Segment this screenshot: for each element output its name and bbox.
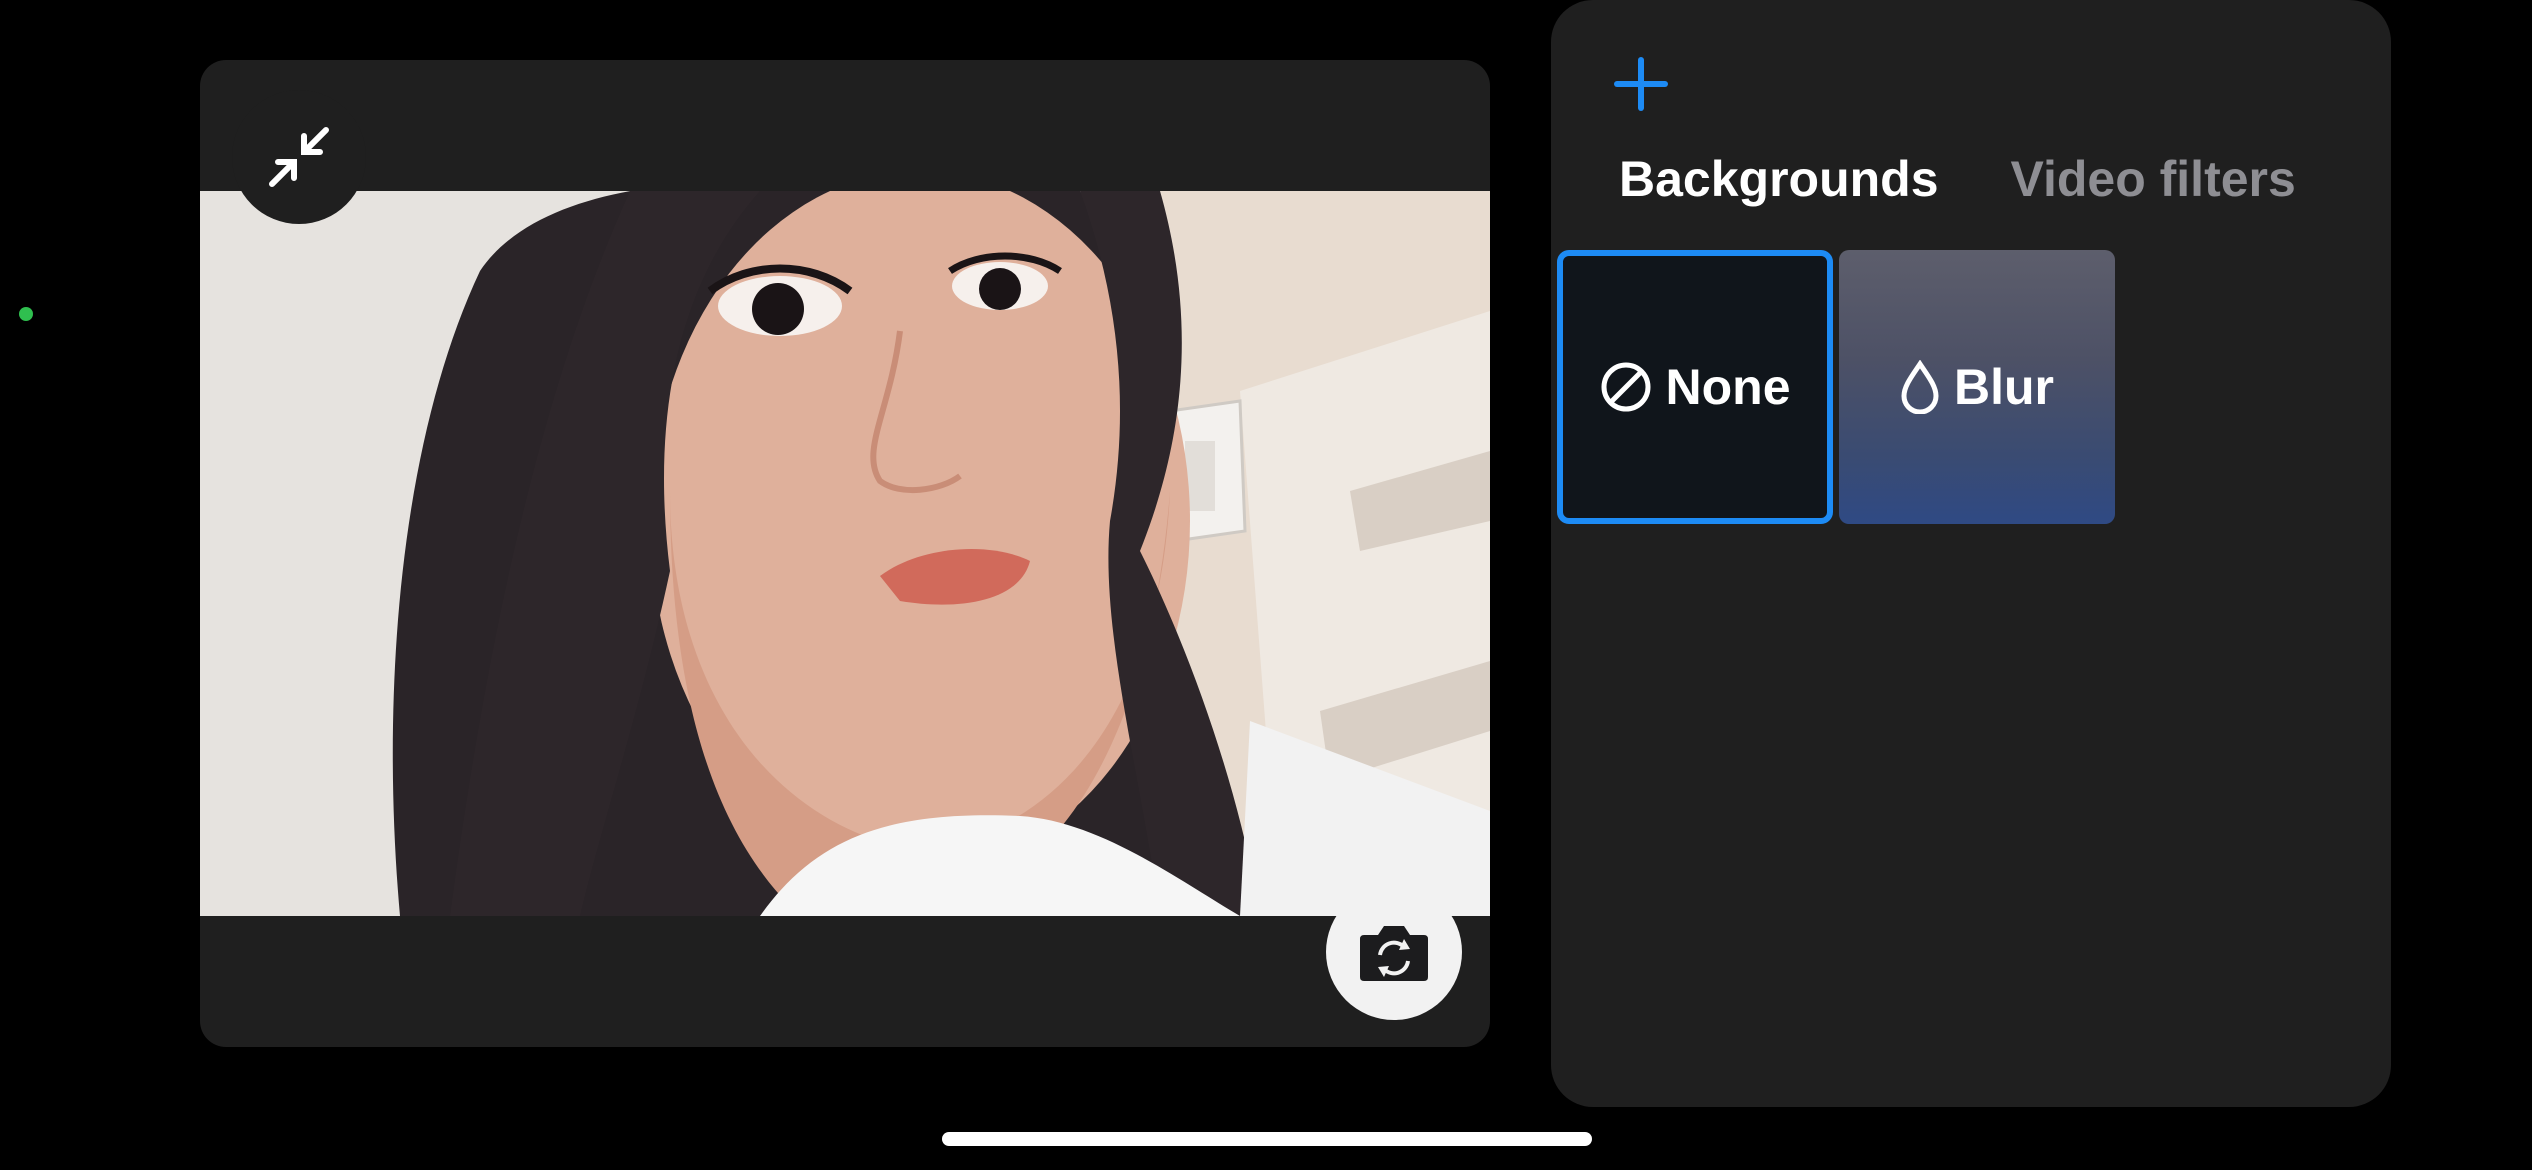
background-option-none[interactable]: None [1557,250,1833,524]
video-preview [200,60,1490,1047]
screen: Backgrounds Video filters None Blur [0,0,2532,1170]
flip-camera-button[interactable] [1326,884,1462,1020]
camera-feed [200,191,1490,916]
background-option-blur[interactable]: Blur [1839,250,2115,524]
effects-tabs: Backgrounds Video filters [1619,150,2296,208]
plus-icon [1614,57,1668,111]
effects-panel: Backgrounds Video filters None Blur [1551,0,2391,1107]
home-indicator[interactable] [942,1132,1592,1146]
prohibited-icon [1601,362,1650,412]
background-option-label: None [1665,359,1791,415]
camera-flip-icon [1360,926,1428,981]
status-dot [19,307,33,321]
tab-backgrounds[interactable]: Backgrounds [1619,150,1939,208]
collapse-button[interactable] [232,90,366,224]
collapse-arrows-icon [269,127,329,187]
tab-video-filters[interactable]: Video filters [2011,150,2296,208]
camera-feed-image [200,191,1490,916]
background-options: None Blur [1557,250,2115,524]
background-option-label: Blur [1954,359,2054,415]
add-button[interactable] [1609,52,1673,116]
droplet-icon [1901,360,1939,414]
